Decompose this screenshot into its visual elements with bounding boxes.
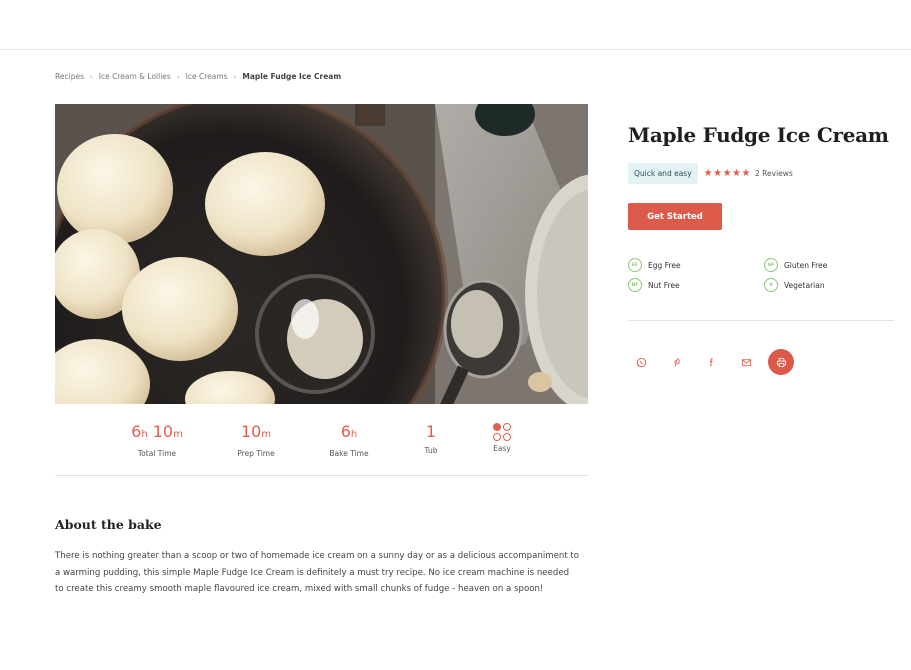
breadcrumb-ice-cream-lollies[interactable]: Ice Cream & Lollies <box>99 72 171 81</box>
stat-value: 1 <box>425 422 437 441</box>
stat-value: 10m <box>240 422 272 441</box>
site-header <box>0 0 911 50</box>
page-title: Maple Fudge Ice Cream <box>628 123 889 147</box>
share-pinterest-button[interactable] <box>663 349 689 375</box>
recipe-meta: Quick and easy ★★★★★ 2 Reviews <box>628 163 793 184</box>
diet-label: Vegetarian <box>784 280 825 290</box>
pinterest-icon <box>673 357 680 367</box>
stat-difficulty: Easy <box>462 420 542 453</box>
diet-label: Egg Free <box>648 260 681 270</box>
print-icon <box>776 357 786 367</box>
diet-gluten-free: GF Gluten Free <box>764 258 827 272</box>
stat-label: Total Time <box>137 449 177 458</box>
stat-label: Easy <box>493 444 511 453</box>
recipe-hero-image <box>55 104 588 404</box>
divider <box>628 320 894 321</box>
share-whatsapp-button[interactable] <box>628 349 654 375</box>
recipe-stats: 6h 10m Total Time 10m Prep Time 6h Bake … <box>55 420 588 476</box>
difficulty-icon <box>493 423 511 441</box>
gluten-free-icon: GF <box>764 258 778 272</box>
about-text: There is nothing greater than a scoop or… <box>55 551 580 594</box>
share-email-button[interactable] <box>733 349 759 375</box>
stat-label: Bake Time <box>329 449 369 458</box>
reviews-link[interactable]: 2 Reviews <box>755 169 793 178</box>
print-button[interactable] <box>768 349 794 375</box>
stat-bake-time: 6h Bake Time <box>309 420 389 458</box>
stat-label: Prep Time <box>237 449 275 458</box>
whatsapp-icon <box>636 357 646 367</box>
stat-servings: 1 Tub <box>391 420 471 455</box>
diet-egg-free: EF Egg Free <box>628 258 681 272</box>
egg-free-icon: EF <box>628 258 642 272</box>
breadcrumb-current: Maple Fudge Ice Cream <box>242 72 342 81</box>
diet-label: Gluten Free <box>784 260 828 270</box>
stat-total-time: 6h 10m Total Time <box>117 420 197 458</box>
facebook-icon <box>709 357 713 367</box>
vegetarian-icon: V <box>764 278 778 292</box>
breadcrumb: Recipes › Ice Cream & Lollies › Ice Crea… <box>55 72 341 81</box>
stat-label: Tub <box>424 446 438 455</box>
diet-vegetarian: V Vegetarian <box>764 278 825 292</box>
breadcrumb-recipes[interactable]: Recipes <box>55 72 84 81</box>
get-started-button[interactable]: Get Started <box>628 203 722 230</box>
email-icon <box>741 358 751 366</box>
star-rating-icon[interactable]: ★★★★★ <box>704 168 751 179</box>
breadcrumb-separator: › <box>176 72 180 81</box>
stat-prep-time: 10m Prep Time <box>216 420 296 458</box>
diet-nut-free: NF Nut Free <box>628 278 680 292</box>
breadcrumb-ice-creams[interactable]: Ice Creams <box>186 72 228 81</box>
about-title: About the bake <box>55 517 162 532</box>
breadcrumb-separator: › <box>89 72 93 81</box>
nut-free-icon: NF <box>628 278 642 292</box>
diet-label: Nut Free <box>648 280 680 290</box>
quick-easy-tag[interactable]: Quick and easy <box>628 163 698 184</box>
stat-value: 6h 10m <box>131 422 183 441</box>
stat-value: 6h <box>340 422 358 441</box>
share-facebook-button[interactable] <box>698 349 724 375</box>
breadcrumb-separator: › <box>233 72 237 81</box>
